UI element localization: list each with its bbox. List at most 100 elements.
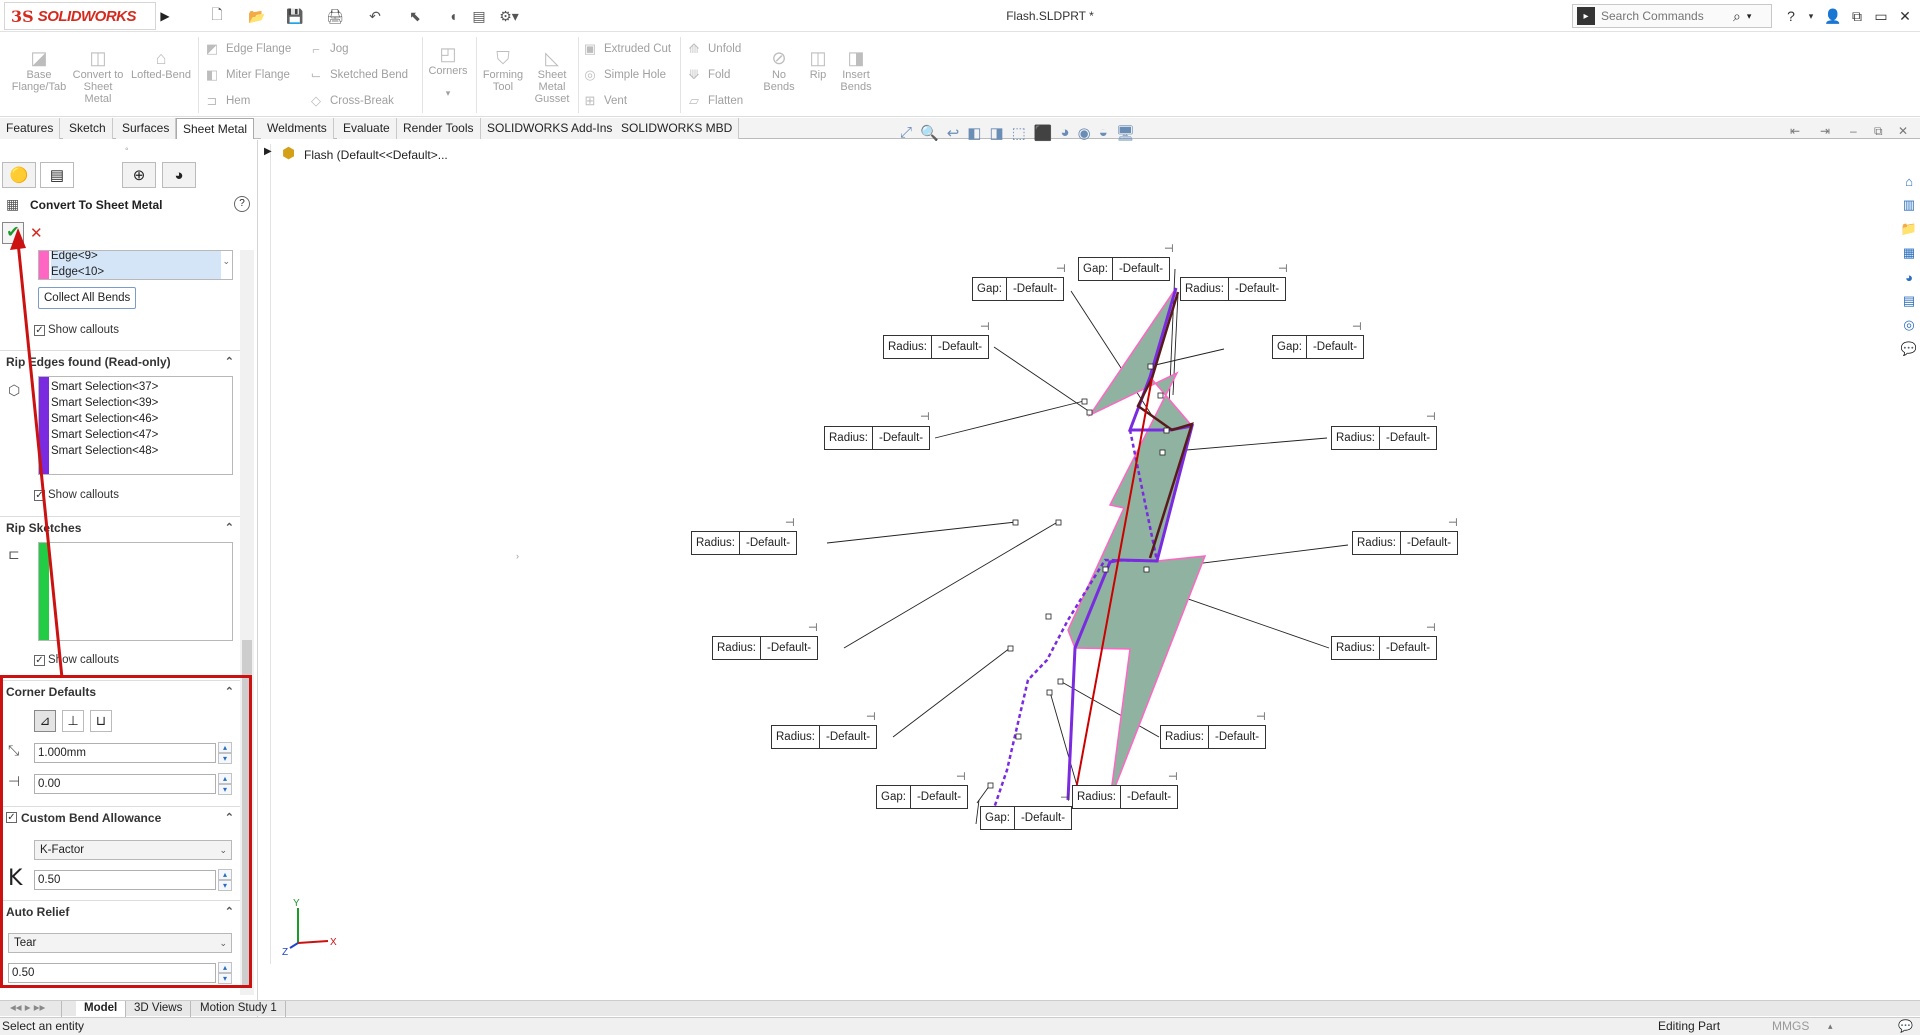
rip-edges-section-header[interactable]: Rip Edges found (Read-only) ⌃ [0, 350, 240, 372]
hide-show-icon[interactable]: ⬚ [1012, 124, 1026, 142]
radius-callout[interactable]: Radius: -Default- [712, 636, 819, 660]
radius-callout[interactable]: Radius: -Default- [883, 335, 990, 359]
zoom-area-icon[interactable]: 🔍 [920, 124, 939, 142]
unfold-button[interactable]: ⟰ Unfold [686, 41, 742, 57]
corners-button[interactable]: ◰ Corners ▾ [424, 43, 472, 99]
save-icon[interactable]: 💾 [284, 6, 306, 26]
tab-motion-study-1[interactable]: Motion Study 1 [192, 1001, 286, 1017]
pin-icon[interactable]: ⊣ [1060, 791, 1070, 804]
help-dropdown-icon[interactable]: ▾ [1800, 4, 1822, 28]
corners-dropdown-icon[interactable]: ▾ [446, 87, 451, 99]
extruded-cut-button[interactable]: ▣ Extruded Cut [582, 41, 671, 57]
list-item[interactable]: Edge<10> [51, 264, 221, 279]
checkbox-icon[interactable]: ✓ [34, 654, 45, 666]
tab-weldments[interactable]: Weldments [261, 118, 334, 139]
design-library-icon[interactable]: ▥ [1900, 196, 1918, 214]
show-callouts-checkbox-2[interactable]: ✓ Show callouts [34, 489, 119, 501]
display-manager-tab-icon[interactable]: ◕ [162, 162, 196, 188]
radius-callout[interactable]: Radius: -Default- [1331, 426, 1438, 450]
list-item[interactable]: Edge<9> [51, 251, 221, 264]
tab-features[interactable]: Features [0, 118, 61, 139]
search-icon[interactable]: ⌕ [1733, 8, 1741, 25]
file-explorer-icon[interactable]: 📁 [1900, 220, 1918, 238]
pin-icon[interactable]: ⊣ [1278, 262, 1288, 275]
base-flange-button[interactable]: ◪ Base Flange/Tab [8, 47, 70, 93]
search-mode-icon[interactable]: ▸ [1577, 7, 1595, 25]
viewport-tile-icon[interactable]: ⇤ [1790, 124, 1800, 138]
pin-icon[interactable]: ⊣ [1426, 410, 1436, 423]
checkbox-icon[interactable]: ✓ [34, 324, 45, 336]
gap-callout[interactable]: Gap: -Default- [876, 785, 969, 809]
pin-icon[interactable]: ⊣ [1256, 710, 1266, 723]
gusset-button[interactable]: ◺ Sheet Metal Gusset [528, 47, 576, 105]
gap-callout[interactable]: Gap: -Default- [1272, 335, 1365, 359]
radius-callout[interactable]: Radius: -Default- [771, 725, 878, 749]
insert-bends-button[interactable]: ◨ Insert Bends [836, 47, 876, 93]
tab-surfaces[interactable]: Surfaces [116, 118, 177, 139]
jog-button[interactable]: ⌐ Jog [308, 41, 348, 57]
show-callouts-checkbox-3[interactable]: ✓ Show callouts [34, 654, 119, 666]
search-commands[interactable]: ▸ ⌕ ▾ [1572, 4, 1772, 28]
gap-callout[interactable]: Gap: -Default- [1078, 257, 1171, 281]
list-item[interactable]: Smart Selection<46> [51, 411, 158, 427]
section-view-icon[interactable]: ◧ [967, 124, 981, 142]
vent-button[interactable]: ⊞ Vent [582, 93, 627, 109]
rip-sketches-section-header[interactable]: Rip Sketches ⌃ [0, 516, 240, 538]
graphics-area[interactable]: › ▶ ⬢ Flash (Default<<Default>... Y X Z … [260, 124, 1920, 1002]
dim-xpert-tab-icon[interactable]: ⊕ [122, 162, 156, 188]
radius-callout[interactable]: Radius: -Default- [1180, 277, 1287, 301]
pin-icon[interactable]: ⊣ [808, 621, 818, 634]
zoom-to-fit-icon[interactable]: ⤢ [900, 124, 912, 142]
file-properties-icon[interactable]: ▤ [468, 6, 490, 26]
list-item[interactable]: Smart Selection<37> [51, 379, 158, 395]
dynamic-annotation-icon[interactable]: ◨ [989, 124, 1003, 142]
list-item[interactable]: Smart Selection<47> [51, 427, 158, 443]
close-icon[interactable]: ✕ [1894, 4, 1916, 28]
hem-button[interactable]: ⊐ Hem [204, 93, 251, 109]
flatten-button[interactable]: ▱ Flatten [686, 93, 743, 109]
bend-edges-list[interactable]: Edge<9> Edge<10> ⌄ [38, 250, 233, 280]
custom-properties-icon[interactable]: ▤ [1900, 292, 1918, 310]
radius-callout[interactable]: Radius: -Default- [691, 531, 798, 555]
list-item[interactable]: Smart Selection<48> [51, 443, 158, 459]
help-icon[interactable]: ? [234, 196, 250, 212]
view-palette-icon[interactable]: ▦ [1900, 244, 1918, 262]
viewport-restore-icon[interactable]: ⧉ [1874, 124, 1883, 139]
viewport-tile-right-icon[interactable]: ⇥ [1820, 124, 1830, 138]
radius-callout[interactable]: Radius: -Default- [1352, 531, 1459, 555]
pin-icon[interactable]: ⊣ [1056, 262, 1066, 275]
miter-flange-button[interactable]: ◧ Miter Flange [204, 67, 290, 83]
tab-evaluate[interactable]: Evaluate [337, 118, 397, 139]
restore-window-icon[interactable]: ⧉ [1846, 4, 1868, 28]
collect-all-bends-button[interactable]: Collect All Bends [38, 287, 137, 309]
ok-check-icon[interactable]: ✔ [2, 222, 24, 244]
list-item[interactable]: Smart Selection<39> [51, 395, 158, 411]
feature-manager-tab-icon[interactable]: 🟡 [2, 162, 36, 188]
select-icon[interactable]: ⬉ [404, 6, 426, 26]
units-dropdown-icon[interactable]: ▴ [1828, 1018, 1833, 1035]
tab-solidworks-add-ins[interactable]: SOLIDWORKS Add-Ins [481, 118, 620, 139]
radius-callout[interactable]: Radius: -Default- [824, 426, 931, 450]
lofted-bend-button[interactable]: ⌂ Lofted-Bend [128, 47, 194, 81]
convert-to-sheet-metal-button[interactable]: ◫ Convert to Sheet Metal [70, 47, 126, 105]
apply-scene-icon[interactable]: ◒ [1099, 124, 1108, 142]
search-input[interactable] [1599, 8, 1729, 24]
edge-flange-button[interactable]: ◩ Edge Flange [204, 41, 291, 57]
tab-3d-views[interactable]: 3D Views [126, 1001, 192, 1017]
display-style-icon[interactable]: ◕ [1061, 124, 1070, 142]
view-orientation-icon[interactable]: ⬛ [1034, 124, 1053, 142]
rip-sketches-list[interactable] [38, 542, 233, 641]
unit-system[interactable]: MMGS [1772, 1018, 1809, 1035]
chevron-down-icon[interactable]: ▾ [1747, 11, 1752, 22]
gap-callout[interactable]: Gap: -Default- [980, 806, 1073, 830]
appearances-icon[interactable]: ◕ [1900, 268, 1918, 286]
radius-callout[interactable]: Radius: -Default- [1072, 785, 1179, 809]
tab-model[interactable]: Model [76, 1001, 127, 1017]
collapse-caret-icon[interactable]: ⌃ [225, 355, 234, 368]
tab-solidworks-mbd[interactable]: SOLIDWORKS MBD [615, 118, 740, 139]
tab-sketch[interactable]: Sketch [63, 118, 113, 139]
collapse-caret-icon[interactable]: ⌃ [225, 521, 234, 534]
viewport-close-icon[interactable]: ✕ [1898, 124, 1908, 138]
panel-splitter-icon[interactable]: ◦ [125, 144, 129, 155]
forum-icon[interactable]: 💬 [1900, 340, 1918, 358]
